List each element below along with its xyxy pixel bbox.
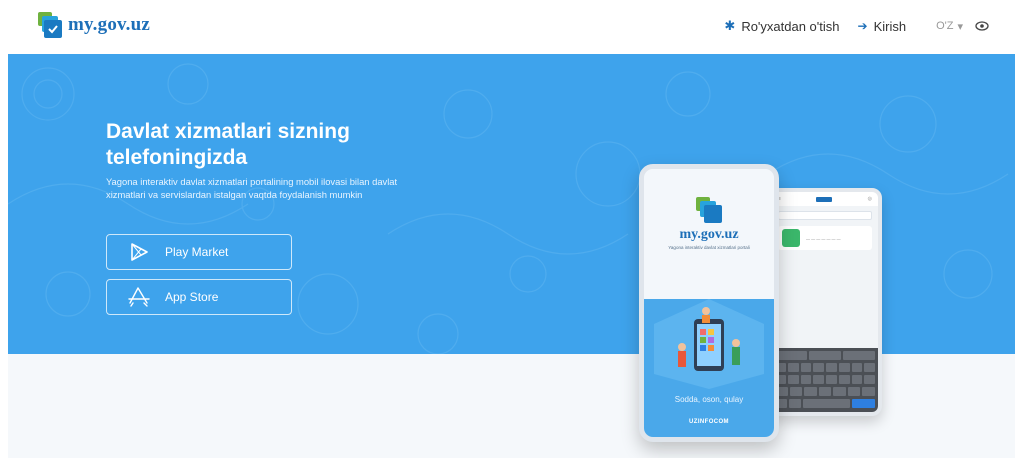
header-nav: ✱ Ro'yxatdan o'tish ➔ Kirish O'Z ▾ [724,18,989,34]
people-phone-illustration [654,299,764,389]
eye-icon[interactable] [975,19,989,33]
language-label: O'Z [936,20,954,32]
phone-logo-icon [696,197,722,223]
phone-back-search [778,211,872,220]
phone-back-topbar: ≡ ◎ [772,192,878,206]
sign-in-icon: ➔ [857,19,868,33]
play-market-button[interactable]: Play Market [106,234,292,270]
register-link[interactable]: ✱ Ro'yxatdan o'tish [724,18,839,34]
phone-front-header: my.gov.uz Yagona interaktiv davlat xizma… [644,169,774,299]
app-store-button[interactable]: App Store [106,279,292,315]
logo-icon [38,12,62,38]
login-link[interactable]: ➔ Kirish [858,19,907,34]
register-label: Ro'yxatdan o'tish [741,18,840,34]
phone-back-card: — — — — — — — [778,226,872,250]
login-label: Kirish [873,18,907,34]
play-market-label: Play Market [165,245,229,259]
language-selector[interactable]: O'Z ▾ [936,20,963,33]
app-store-icon [119,280,159,314]
phone-mockup-front: my.gov.uz Yagona interaktiv davlat xizma… [639,164,779,442]
site-logo[interactable]: my.gov.uz [38,12,150,38]
phone-back-keyboard [772,348,878,412]
phone-tagline: Yagona interaktiv davlat xizmatlari port… [668,245,750,250]
phone-brand: my.gov.uz [679,227,739,242]
hero-subtitle: Yagona interaktiv davlat xizmatlari port… [106,176,398,200]
top-header: my.gov.uz ✱ Ro'yxatdan o'tish ➔ Kirish O… [0,0,1015,54]
phone-footer-brand: UZINFOCOM [689,419,729,425]
phone-front-illustration: Sodda, oson, qulay UZINFOCOM [644,299,774,437]
gear-icon: ✱ [724,18,736,33]
logo-text: my.gov.uz [68,14,151,35]
hero-title: Davlat xizmatlari sizning telefoningizda [106,120,350,169]
phone-mockup-back: ≡ ◎ — — — — — — — [768,188,882,416]
chevron-down-icon: ▾ [957,20,963,33]
app-store-label: App Store [165,290,219,304]
play-icon [119,235,159,269]
phone-slogan: Sodda, oson, qulay [674,395,744,404]
